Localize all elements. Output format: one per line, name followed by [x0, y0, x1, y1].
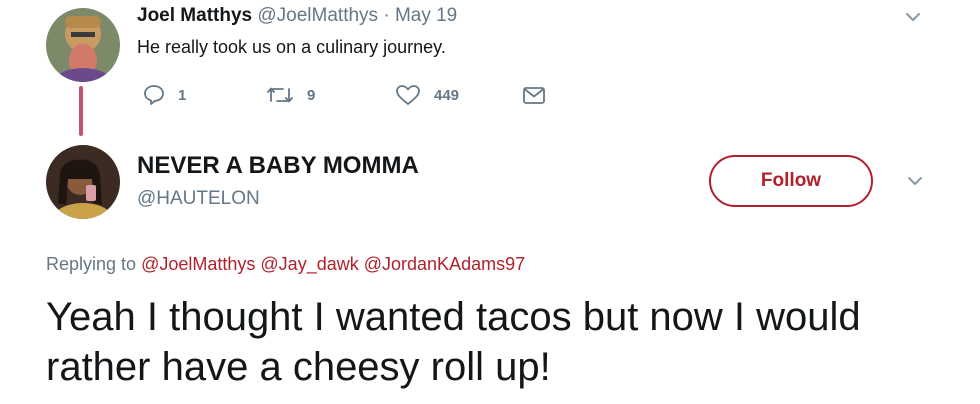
parent-date[interactable]: May 19 [395, 5, 457, 26]
thread-line [79, 86, 83, 136]
mention-joelmatthys[interactable]: @JoelMatthys [141, 254, 255, 274]
reply-chevron-down-icon[interactable] [904, 170, 926, 192]
user-avatar-icon [46, 8, 120, 82]
retweet-count: 9 [307, 86, 316, 104]
message-icon [523, 87, 545, 104]
like-action[interactable]: 449 [394, 82, 459, 108]
parent-display-name[interactable]: Joel Matthys [137, 5, 252, 26]
message-action[interactable] [521, 82, 559, 108]
reply-action[interactable]: 1 [142, 82, 186, 108]
parent-avatar[interactable] [46, 8, 120, 82]
reply-tweet-text: Yeah I thought I wanted tacos but now I … [46, 295, 861, 389]
date-separator: · [383, 5, 390, 26]
reply-handle[interactable]: @HAUTELON [137, 188, 260, 210]
replying-to-label: Replying to [46, 254, 137, 274]
retweet-icon [267, 87, 293, 103]
reply-count: 1 [178, 86, 187, 104]
retweet-action[interactable]: 9 [265, 82, 315, 108]
user-avatar-icon [46, 145, 120, 219]
reply-icon [144, 85, 164, 105]
mention-jordankadams97[interactable]: @JordanKAdams97 [364, 254, 525, 274]
replying-to-line: Replying to @JoelMatthys @Jay_dawk @Jord… [46, 254, 525, 275]
follow-button[interactable]: Follow [709, 155, 873, 207]
parent-chevron-down-icon[interactable] [902, 6, 924, 28]
parent-handle[interactable]: @JoelMatthys [257, 5, 378, 26]
parent-tweet-text: He really took us on a culinary journey. [137, 37, 446, 57]
like-icon [396, 85, 420, 105]
like-count: 449 [434, 86, 460, 104]
reply-avatar[interactable] [46, 145, 120, 219]
parent-author: Joel Matthys @JoelMatthys · May 19 [137, 5, 457, 27]
reply-display-name[interactable]: NEVER A BABY MOMMA [137, 152, 419, 180]
mention-jay-dawk[interactable]: @Jay_dawk [260, 254, 358, 274]
